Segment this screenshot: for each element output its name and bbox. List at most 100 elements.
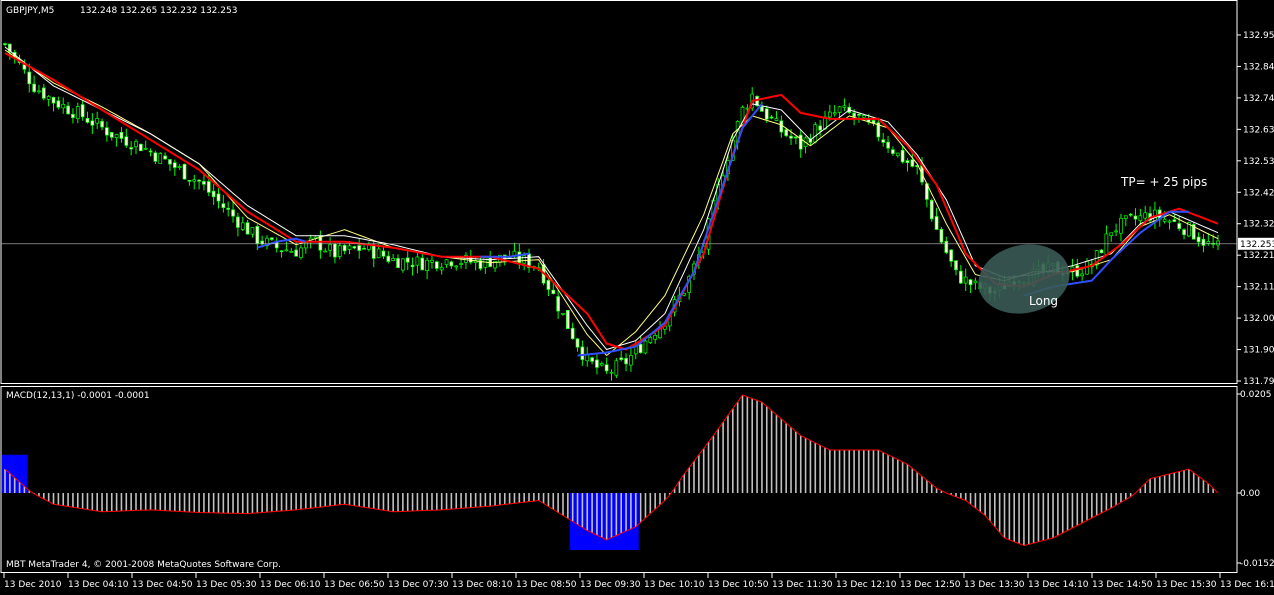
time-tick-label: 13 Dec 13:30 [964,580,1025,590]
candle-body [381,250,386,257]
candle-body [284,249,289,252]
candle-body [289,251,294,253]
candle-body [813,124,818,143]
candle-body [599,363,604,366]
candle-body [95,118,100,124]
candle-body [1114,230,1118,233]
candle-body [1162,218,1167,222]
candle-body [294,249,298,257]
candle-body [1196,236,1201,243]
time-tick-label: 13 Dec 06:50 [324,580,385,590]
price-tick-label: 132.845 [1243,62,1274,72]
candle-body [827,111,832,118]
candle-body [895,152,900,157]
candle-body [376,248,381,259]
candle-body [347,245,352,250]
candle-body [546,280,551,290]
time-tick-label: 13 Dec 12:50 [900,580,961,590]
candle-body [1201,238,1206,246]
candle-body [134,141,138,148]
candle-body [221,203,226,208]
candle-body [910,159,915,167]
candle-body [1128,213,1133,216]
time-tick-label: 13 Dec 10:10 [644,580,705,590]
candle-body [861,115,866,118]
candle-body [881,139,886,143]
time-tick-label: 13 Dec 06:10 [260,580,321,590]
candle-body [425,259,429,271]
candle-body [333,243,337,258]
candle-body [337,245,342,257]
candle-body [182,163,187,180]
candle-body [609,371,614,374]
time-tick-label: 13 Dec 14:50 [1092,580,1153,590]
candle-body [279,250,284,253]
price-tick-label: 132.110 [1243,283,1274,293]
candle-body [143,147,148,150]
macd-panel[interactable] [2,394,1219,550]
candle-body [837,106,842,113]
candle-body [619,357,624,360]
candle-body [299,247,303,258]
candle-body [90,120,95,126]
ma-blue-segment [257,237,307,249]
candle-body [570,327,575,340]
macd-tick-label: -0.0152 [1240,559,1274,569]
candle-body [216,193,221,202]
candle-body [357,245,362,251]
candle-body [1206,241,1211,244]
candle-body [798,134,803,150]
time-axis: 13 Dec 2010 13 Dec 04:10 13 Dec 04:50 13 De… [3,573,1274,590]
candle-body [929,199,934,220]
price-tick-label: 132.950 [1243,31,1274,41]
time-tick-label: 13 Dec 05:30 [196,580,257,590]
candle-body [1133,215,1138,220]
candle-body [454,265,459,268]
time-tick-label: 13 Dec 07:30 [388,580,449,590]
candle-body [206,181,211,193]
time-tick-label: 13 Dec 04:50 [132,580,193,590]
candle-body [900,149,905,163]
candle-body [148,150,153,153]
candle-body [1080,273,1084,277]
candle-body [556,296,560,312]
candle-body [109,132,114,138]
candle-body [886,141,890,149]
candle-body [561,312,565,315]
time-tick-label: 13 Dec 12:10 [836,580,897,590]
candle-body [61,103,66,109]
candle-body [129,147,134,150]
candle-body [41,87,46,99]
symbol-label: GBPJPY,M5 [6,6,54,16]
candle-body [71,114,75,118]
candle-body [857,113,861,116]
candle-body [949,249,953,262]
price-tick-label: 132.740 [1243,94,1274,104]
candle-body [415,256,420,266]
candle-body [163,155,167,160]
candle-body [362,247,366,250]
candle-body [614,360,619,376]
tp-label: TP= + 25 pips [1120,175,1207,189]
candle-body [842,105,847,108]
candle-body [177,166,182,168]
candle-body [328,244,332,251]
candle-body [973,280,978,284]
candle-body [774,118,779,121]
candle-body [944,240,949,253]
candle-body [595,359,599,368]
candle-body [187,179,192,182]
candle-body [1138,215,1143,221]
candle-body [575,338,580,348]
candle-body [449,261,454,267]
candle-body [27,71,32,85]
candle-body [410,264,415,268]
candle-body [1123,215,1128,219]
candle-body [934,216,939,230]
candle-body [1143,212,1148,219]
candle-body [779,120,784,133]
candle-body [784,129,789,136]
candle-body [551,289,556,294]
current-price-label: 132.253 [1240,240,1274,250]
price-panel[interactable] [1,42,1237,381]
